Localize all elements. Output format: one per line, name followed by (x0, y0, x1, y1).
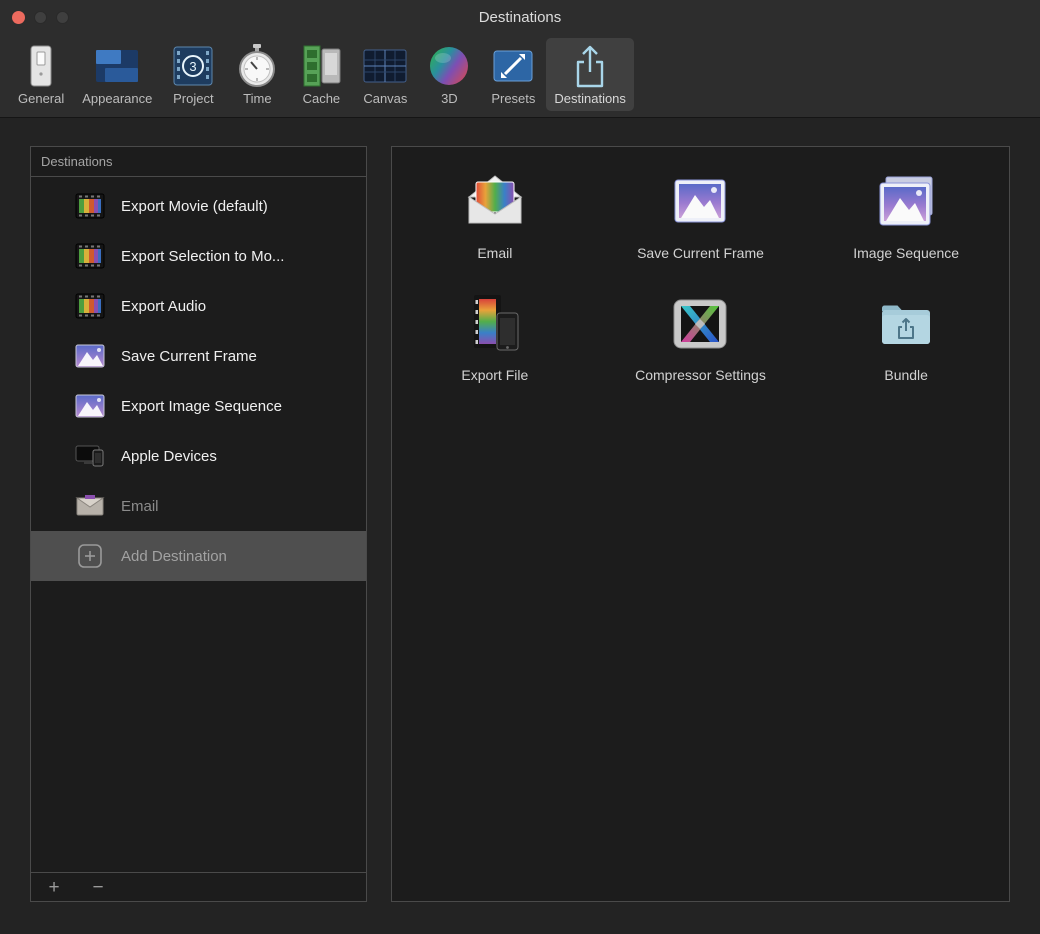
destinations-sidebar: Destinations (30, 146, 367, 902)
list-item-label: Save Current Frame (121, 348, 257, 365)
destinations-gallery: Email (391, 146, 1010, 902)
list-item-label: Export Image Sequence (121, 398, 282, 415)
destination-label: Export File (461, 367, 528, 383)
toolbar-item-general[interactable]: General (10, 38, 72, 111)
add-destination-button[interactable]: + (43, 878, 65, 897)
toolbar-label: Project (173, 91, 213, 106)
toolbar-label: 3D (441, 91, 458, 106)
toolbar-label: Destinations (554, 91, 626, 106)
list-item-label: Add Destination (121, 548, 227, 565)
list-item-label: Export Movie (default) (121, 198, 268, 215)
list-item-export-movie[interactable]: Export Movie (default) (31, 181, 366, 231)
photo-icon (75, 393, 105, 419)
destinations-grid: Email (392, 167, 1009, 383)
filmstrip-icon (75, 293, 105, 319)
minimize-button[interactable] (34, 11, 47, 24)
toolbar-item-appearance[interactable]: Appearance (74, 38, 160, 111)
photo-stack-icon (872, 167, 940, 235)
list-item-label: Email (121, 498, 159, 515)
destination-label: Email (477, 245, 512, 261)
toolbar-item-canvas[interactable]: Canvas (354, 38, 416, 111)
color-sphere-icon (426, 43, 472, 89)
window-title: Destinations (0, 9, 1040, 26)
film-cache-icon (298, 43, 344, 89)
preferences-toolbar: General Appearance (0, 34, 1040, 118)
list-item-add-destination[interactable]: Add Destination (31, 531, 366, 581)
destination-label: Compressor Settings (635, 367, 766, 383)
envelope-icon (75, 493, 105, 519)
filmstrip-icon (75, 193, 105, 219)
appearance-icon (94, 43, 140, 89)
remove-destination-button[interactable]: − (87, 878, 109, 897)
toolbar-label: Appearance (82, 91, 152, 106)
photo-frame-icon (666, 167, 734, 235)
list-item-export-audio[interactable]: Export Audio (31, 281, 366, 331)
toolbar-item-project[interactable]: 3 Project (162, 38, 224, 111)
list-item-label: Export Audio (121, 298, 206, 315)
destination-image-sequence[interactable]: Image Sequence (803, 167, 1009, 261)
titlebar: Destinations (0, 0, 1040, 34)
filmstrip-phone-icon (461, 289, 529, 357)
project-film-3-icon: 3 (170, 43, 216, 89)
toolbar-label: Presets (491, 91, 535, 106)
toolbar-item-cache[interactable]: Cache (290, 38, 352, 111)
destination-export-file[interactable]: Export File (392, 289, 598, 383)
preferences-window: Destinations General Appearance (0, 0, 1040, 934)
share-box-icon (567, 43, 613, 89)
destination-save-current-frame[interactable]: Save Current Frame (598, 167, 804, 261)
list-item-email[interactable]: Email (31, 481, 366, 531)
close-button[interactable] (12, 11, 25, 24)
toolbar-item-3d[interactable]: 3D (418, 38, 480, 111)
destination-compressor-settings[interactable]: Compressor Settings (598, 289, 804, 383)
toolbar-label: Canvas (363, 91, 407, 106)
compressor-icon (666, 289, 734, 357)
list-item-save-current-frame[interactable]: Save Current Frame (31, 331, 366, 381)
sidebar-footer: + − (31, 873, 366, 901)
traffic-lights (12, 0, 69, 34)
destination-bundle[interactable]: Bundle (803, 289, 1009, 383)
plus-box-icon (75, 543, 105, 569)
destination-label: Save Current Frame (637, 245, 764, 261)
canvas-grid-icon (362, 43, 408, 89)
list-item-export-image-sequence[interactable]: Export Image Sequence (31, 381, 366, 431)
destinations-list: Export Movie (default) (31, 177, 366, 873)
destinations-pane: Destinations (0, 118, 1040, 934)
zoom-button[interactable] (56, 11, 69, 24)
toolbar-label: General (18, 91, 64, 106)
open-envelope-icon (461, 167, 529, 235)
destination-label: Bundle (884, 367, 928, 383)
sidebar-header: Destinations (31, 147, 366, 177)
svg-text:3: 3 (190, 59, 197, 74)
toolbar-label: Cache (303, 91, 341, 106)
light-switch-icon (18, 43, 64, 89)
bundle-folder-icon (872, 289, 940, 357)
toolbar-item-time[interactable]: Time (226, 38, 288, 111)
list-item-label: Apple Devices (121, 448, 217, 465)
toolbar-label: Time (243, 91, 271, 106)
toolbar-item-destinations[interactable]: Destinations (546, 38, 634, 111)
diagonal-arrow-icon (490, 43, 536, 89)
destination-email[interactable]: Email (392, 167, 598, 261)
destination-label: Image Sequence (853, 245, 959, 261)
list-item-export-selection[interactable]: Export Selection to Mo... (31, 231, 366, 281)
list-item-label: Export Selection to Mo... (121, 248, 284, 265)
stopwatch-icon (234, 43, 280, 89)
devices-icon (75, 443, 105, 469)
filmstrip-icon (75, 243, 105, 269)
photo-icon (75, 343, 105, 369)
toolbar-item-presets[interactable]: Presets (482, 38, 544, 111)
list-item-apple-devices[interactable]: Apple Devices (31, 431, 366, 481)
